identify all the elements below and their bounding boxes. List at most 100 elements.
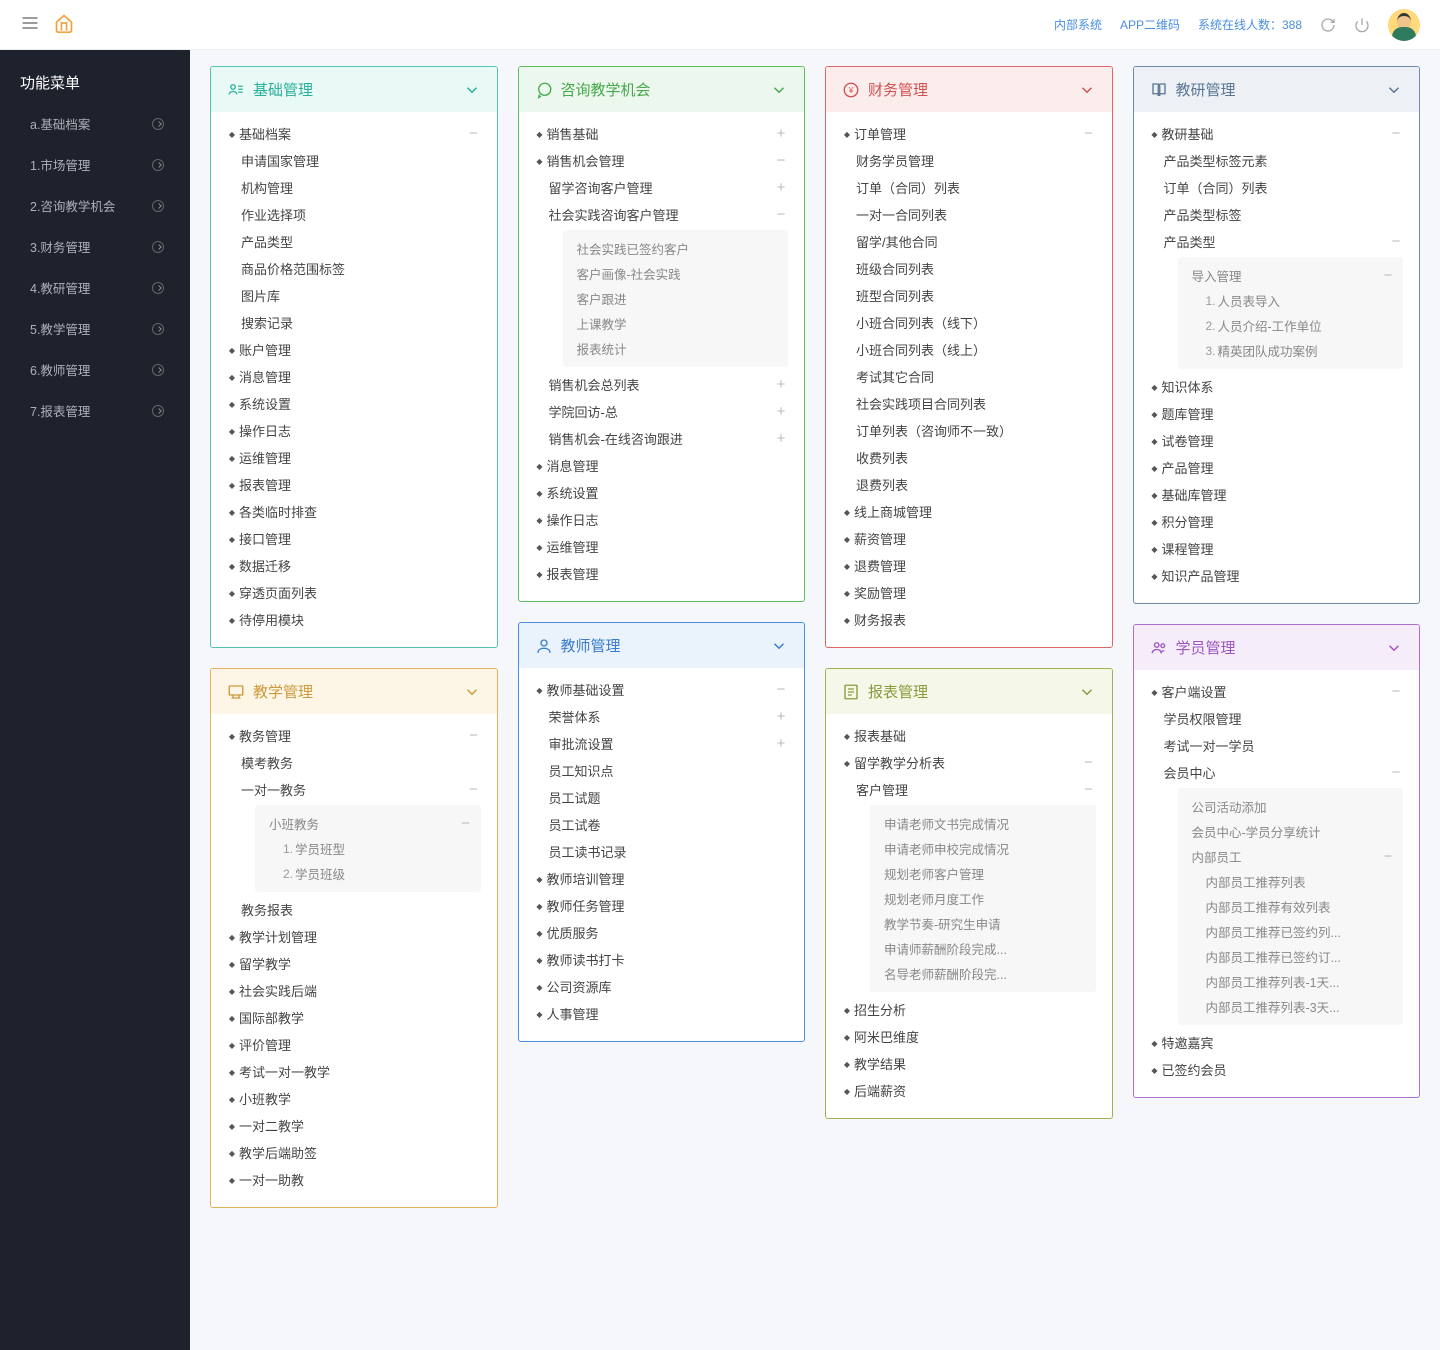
tree-item[interactable]: 留学教学 bbox=[227, 950, 481, 977]
tree-item[interactable]: 申请国家管理 bbox=[227, 147, 481, 174]
tree-item[interactable]: 报表基础 bbox=[842, 722, 1096, 749]
tree-item[interactable]: 审批流设置+ bbox=[535, 730, 789, 757]
tree-item[interactable]: 名导老师薪酬阶段完... bbox=[884, 961, 1088, 986]
tree-item[interactable]: 搜索记录 bbox=[227, 309, 481, 336]
tree-item[interactable]: 订单管理− bbox=[842, 120, 1096, 147]
chevron-down-icon[interactable] bbox=[770, 637, 788, 655]
tree-item[interactable]: 留学咨询客户管理+ bbox=[535, 174, 789, 201]
tree-item[interactable]: 教学结果 bbox=[842, 1050, 1096, 1077]
tree-item[interactable]: 员工知识点 bbox=[535, 757, 789, 784]
internal-system-link[interactable]: 内部系统 bbox=[1054, 16, 1102, 33]
tree-item[interactable]: 报表管理 bbox=[227, 471, 481, 498]
tree-item[interactable]: 教学计划管理 bbox=[227, 923, 481, 950]
home-icon[interactable] bbox=[54, 13, 74, 36]
tree-item[interactable]: 上课教学 bbox=[577, 311, 781, 336]
card-header[interactable]: 教研管理 bbox=[1134, 67, 1420, 112]
tree-item[interactable]: 评价管理 bbox=[227, 1031, 481, 1058]
tree-item[interactable]: 申请师薪酬阶段完成... bbox=[884, 936, 1088, 961]
tree-item[interactable]: 申请老师申校完成情况 bbox=[884, 836, 1088, 861]
collapse-icon[interactable]: − bbox=[1389, 765, 1403, 780]
tree-item[interactable]: 一对一助教 bbox=[227, 1166, 481, 1193]
collapse-icon[interactable]: − bbox=[459, 816, 473, 831]
tree-item[interactable]: 客户管理− bbox=[842, 776, 1096, 803]
tree-item[interactable]: 公司资源库 bbox=[535, 973, 789, 1000]
tree-item[interactable]: 教研基础− bbox=[1150, 120, 1404, 147]
tree-item[interactable]: 待停用模块 bbox=[227, 606, 481, 633]
tree-item[interactable]: 考试一对一学员 bbox=[1150, 732, 1404, 759]
collapse-icon[interactable]: − bbox=[1082, 782, 1096, 797]
tree-item[interactable]: 运维管理 bbox=[227, 444, 481, 471]
tree-item[interactable]: 会员中心− bbox=[1150, 759, 1404, 786]
card-header[interactable]: 基础管理 bbox=[211, 67, 497, 112]
hamburger-icon[interactable] bbox=[20, 13, 40, 36]
tree-item[interactable]: 各类临时排查 bbox=[227, 498, 481, 525]
tree-item[interactable]: 内部员工推荐列表-3天... bbox=[1206, 994, 1396, 1019]
tree-item[interactable]: 内部员工− bbox=[1192, 844, 1396, 869]
card-header[interactable]: 咨询教学机会 bbox=[519, 67, 805, 112]
tree-item[interactable]: 系统设置 bbox=[227, 390, 481, 417]
expand-icon[interactable]: + bbox=[774, 709, 788, 724]
tree-item[interactable]: 退费管理 bbox=[842, 552, 1096, 579]
collapse-icon[interactable]: − bbox=[774, 682, 788, 697]
tree-item[interactable]: 招生分析 bbox=[842, 996, 1096, 1023]
tree-item[interactable]: 消息管理 bbox=[535, 452, 789, 479]
tree-item[interactable]: 优质服务 bbox=[535, 919, 789, 946]
tree-item[interactable]: 客户跟进 bbox=[577, 286, 781, 311]
tree-item[interactable]: 留学/其他合同 bbox=[842, 228, 1096, 255]
collapse-icon[interactable]: − bbox=[467, 782, 481, 797]
tree-item[interactable]: 内部员工推荐列表 bbox=[1206, 869, 1396, 894]
tree-item[interactable]: 订单（合同）列表 bbox=[1150, 174, 1404, 201]
tree-item[interactable]: 后端薪资 bbox=[842, 1077, 1096, 1104]
tree-item[interactable]: 特邀嘉宾 bbox=[1150, 1029, 1404, 1056]
tree-item[interactable]: 系统设置 bbox=[535, 479, 789, 506]
tree-item[interactable]: 小班教务− bbox=[269, 811, 473, 836]
card-header[interactable]: 学员管理 bbox=[1134, 625, 1420, 670]
tree-item[interactable]: 员工试卷 bbox=[535, 811, 789, 838]
sidebar-item-0[interactable]: a.基础档案 bbox=[0, 103, 190, 144]
tree-item[interactable]: 内部员工推荐有效列表 bbox=[1206, 894, 1396, 919]
tree-item[interactable]: 内部员工推荐已签约列... bbox=[1206, 919, 1396, 944]
tree-item[interactable]: 订单（合同）列表 bbox=[842, 174, 1096, 201]
tree-item[interactable]: 财务报表 bbox=[842, 606, 1096, 633]
tree-item[interactable]: 基础库管理 bbox=[1150, 481, 1404, 508]
chevron-down-icon[interactable] bbox=[1078, 81, 1096, 99]
tree-item[interactable]: 内部员工推荐已签约订... bbox=[1206, 944, 1396, 969]
tree-item[interactable]: 销售基础+ bbox=[535, 120, 789, 147]
tree-item[interactable]: 操作日志 bbox=[535, 506, 789, 533]
card-header[interactable]: 报表管理 bbox=[826, 669, 1112, 714]
expand-icon[interactable]: + bbox=[774, 736, 788, 751]
tree-item[interactable]: 操作日志 bbox=[227, 417, 481, 444]
tree-item[interactable]: 线上商城管理 bbox=[842, 498, 1096, 525]
tree-item[interactable]: 商品价格范围标签 bbox=[227, 255, 481, 282]
tree-item[interactable]: 阿米巴维度 bbox=[842, 1023, 1096, 1050]
power-icon[interactable] bbox=[1354, 17, 1370, 33]
tree-item[interactable]: 荣誉体系+ bbox=[535, 703, 789, 730]
tree-item[interactable]: 产品类型标签元素 bbox=[1150, 147, 1404, 174]
app-qr-link[interactable]: APP二维码 bbox=[1120, 16, 1180, 33]
tree-item[interactable]: 社会实践咨询客户管理− bbox=[535, 201, 789, 228]
tree-item[interactable]: 员工试题 bbox=[535, 784, 789, 811]
tree-item[interactable]: 国际部教学 bbox=[227, 1004, 481, 1031]
tree-item[interactable]: 知识产品管理 bbox=[1150, 562, 1404, 589]
collapse-icon[interactable]: − bbox=[467, 728, 481, 743]
tree-item[interactable]: 3.精英团队成功案例 bbox=[1206, 338, 1396, 363]
tree-item[interactable]: 班级合同列表 bbox=[842, 255, 1096, 282]
tree-item[interactable]: 报表管理 bbox=[535, 560, 789, 587]
tree-item[interactable]: 教师读书打卡 bbox=[535, 946, 789, 973]
tree-item[interactable]: 教学后端助签 bbox=[227, 1139, 481, 1166]
card-header[interactable]: ¥财务管理 bbox=[826, 67, 1112, 112]
tree-item[interactable]: 穿透页面列表 bbox=[227, 579, 481, 606]
tree-item[interactable]: 积分管理 bbox=[1150, 508, 1404, 535]
tree-item[interactable]: 题库管理 bbox=[1150, 400, 1404, 427]
tree-item[interactable]: 小班教学 bbox=[227, 1085, 481, 1112]
sidebar-item-2[interactable]: 2.咨询教学机会 bbox=[0, 185, 190, 226]
tree-item[interactable]: 销售机会管理− bbox=[535, 147, 789, 174]
collapse-icon[interactable]: − bbox=[1381, 849, 1395, 864]
collapse-icon[interactable]: − bbox=[774, 207, 788, 222]
tree-item[interactable]: 申请老师文书完成情况 bbox=[884, 811, 1088, 836]
tree-item[interactable]: 内部员工推荐列表-1天... bbox=[1206, 969, 1396, 994]
tree-item[interactable]: 学院回访-总+ bbox=[535, 398, 789, 425]
tree-item[interactable]: 产品管理 bbox=[1150, 454, 1404, 481]
tree-item[interactable]: 图片库 bbox=[227, 282, 481, 309]
refresh-icon[interactable] bbox=[1320, 17, 1336, 33]
